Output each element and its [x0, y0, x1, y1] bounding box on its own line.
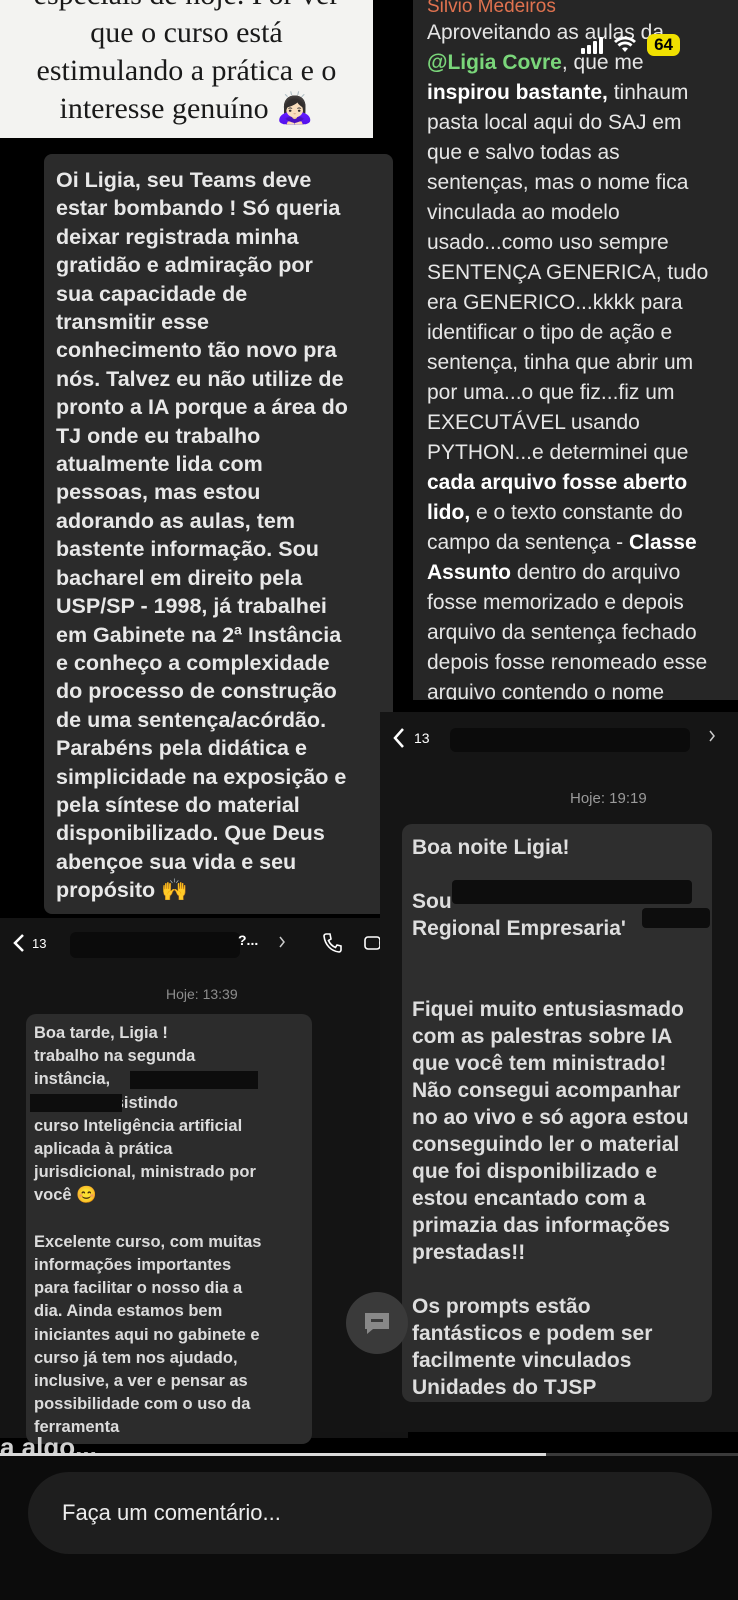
status-bar: 64 — [581, 34, 680, 56]
message-bubble: Boa tarde, Ligia ! trabalho na segunda i… — [26, 1014, 312, 1444]
comment-line: PYTHON...e determinei que — [427, 441, 689, 464]
signal-icon — [581, 36, 604, 54]
comment-line: pasta local aqui do SAJ em — [427, 111, 682, 134]
message-text: Oi Ligia, seu Teams deve estar bombando … — [56, 168, 348, 903]
comment-text: e o texto constante do — [470, 501, 683, 524]
comment-bold: Classe — [628, 531, 697, 554]
comment-line: identificar o tipo de ação e — [427, 321, 673, 344]
redacted-contact-name — [70, 932, 240, 958]
redacted-contact-name — [450, 728, 690, 752]
comment-bold: lido, — [427, 501, 471, 524]
comment-screenshot-right: Silvio Medeiros Aproveitando as aulas da… — [413, 0, 738, 700]
comment-line: @Ligia Covre, que me — [413, 48, 738, 78]
comment-line: arquivo da sentença fechado — [427, 621, 697, 644]
comment-line: lido, e o texto constante do — [413, 498, 738, 528]
chat-header: 13 — [380, 712, 738, 764]
comment-bold: inspirou bastante, — [427, 81, 608, 104]
comment-text: dentro do arquivo — [511, 561, 681, 584]
comment-line: que e salvo todas as — [427, 141, 620, 164]
redaction-block — [30, 1094, 122, 1112]
story-progress-fill — [0, 1453, 547, 1456]
comment-line: SENTENÇA GENERICA, tudo — [427, 261, 709, 284]
comment-line: vinculada ao modelo — [427, 201, 620, 224]
story-caption-card: especiais de hoje. Por ver que o curso e… — [0, 0, 373, 138]
chat-screenshot-mid: 13 Hoje: 19:19 Boa noite Ligia! Sou Regi… — [380, 712, 738, 1522]
comment-bold: cada arquivo fosse aberto — [427, 471, 688, 494]
wifi-icon — [613, 36, 637, 54]
chat-timestamp: Hoje: 19:19 — [570, 790, 647, 807]
chat-bubble-icon — [362, 1310, 392, 1336]
comment-line: sentença, tinha que abrir um — [427, 351, 694, 374]
unread-count: 13 — [32, 935, 47, 951]
comment-line: Assunto dentro do arquivo — [413, 558, 738, 588]
comment-line: por uma...o que fiz...fiz um — [427, 381, 675, 404]
comment-input[interactable]: Faça um comentário... — [28, 1472, 712, 1554]
chevron-right-icon — [278, 936, 286, 948]
chevron-right-icon — [708, 730, 716, 742]
comment-line: cada arquivo fosse aberto — [413, 468, 738, 498]
comment-line: sentenças, mas o nome fica — [427, 171, 689, 194]
comment-line: era GENERICO...kkkk para — [427, 291, 683, 314]
caption-line: estimulando a prática e o — [36, 54, 337, 87]
message-fab[interactable] — [346, 1292, 408, 1354]
comment-placeholder: Faça um comentário... — [62, 1500, 281, 1525]
mention-link[interactable]: @Ligia Covre — [427, 51, 562, 74]
caption-line: interesse genuíno 🙇🏻‍♀️ — [59, 92, 314, 125]
comment-bold: Assunto — [427, 561, 511, 584]
comment-line: EXECUTÁVEL usando — [427, 411, 640, 434]
redaction-block — [452, 880, 692, 904]
message-screenshot-left: Oi Ligia, seu Teams deve estar bombando … — [44, 154, 393, 914]
chat-timestamp: Hoje: 13:39 — [166, 986, 238, 1002]
redaction-block — [130, 1071, 258, 1089]
caption-line: especiais de hoje. Por ver — [0, 0, 373, 14]
comment-line: inspirou bastante, tinhaum — [413, 78, 738, 108]
chat-header: 13 ?... — [0, 918, 408, 968]
comment-line: fosse memorizado e depois — [427, 591, 684, 614]
comment-author: Silvio Medeiros — [427, 0, 556, 17]
contact-name-suffix: ?... — [238, 932, 259, 948]
comment-line: Aproveitando as aulas da — [427, 21, 664, 44]
battery-indicator: 64 — [647, 34, 680, 56]
unread-count: 13 — [414, 730, 430, 746]
comment-text: campo da sentença - — [427, 531, 629, 554]
back-chevron-icon — [12, 933, 26, 953]
comment-text: tinhaum — [607, 81, 689, 104]
back-chevron-icon — [392, 727, 406, 749]
comment-line: arquivo contendo o nome — [427, 681, 664, 700]
caption-line: que o curso está — [90, 16, 283, 49]
comment-line: depois fosse renomeado esse — [427, 651, 708, 674]
chat-screenshot-left: 13 ?... Hoje: 13:39 Boa tarde, Ligia ! t… — [0, 918, 408, 1444]
phone-icon — [322, 932, 342, 954]
comment-line: usado...como uso sempre — [427, 231, 669, 254]
comment-line: campo da sentença - Classe — [413, 528, 738, 558]
message-bubble: Boa noite Ligia! Sou Regional Empresaria… — [402, 824, 718, 1522]
redaction-block — [642, 908, 710, 928]
